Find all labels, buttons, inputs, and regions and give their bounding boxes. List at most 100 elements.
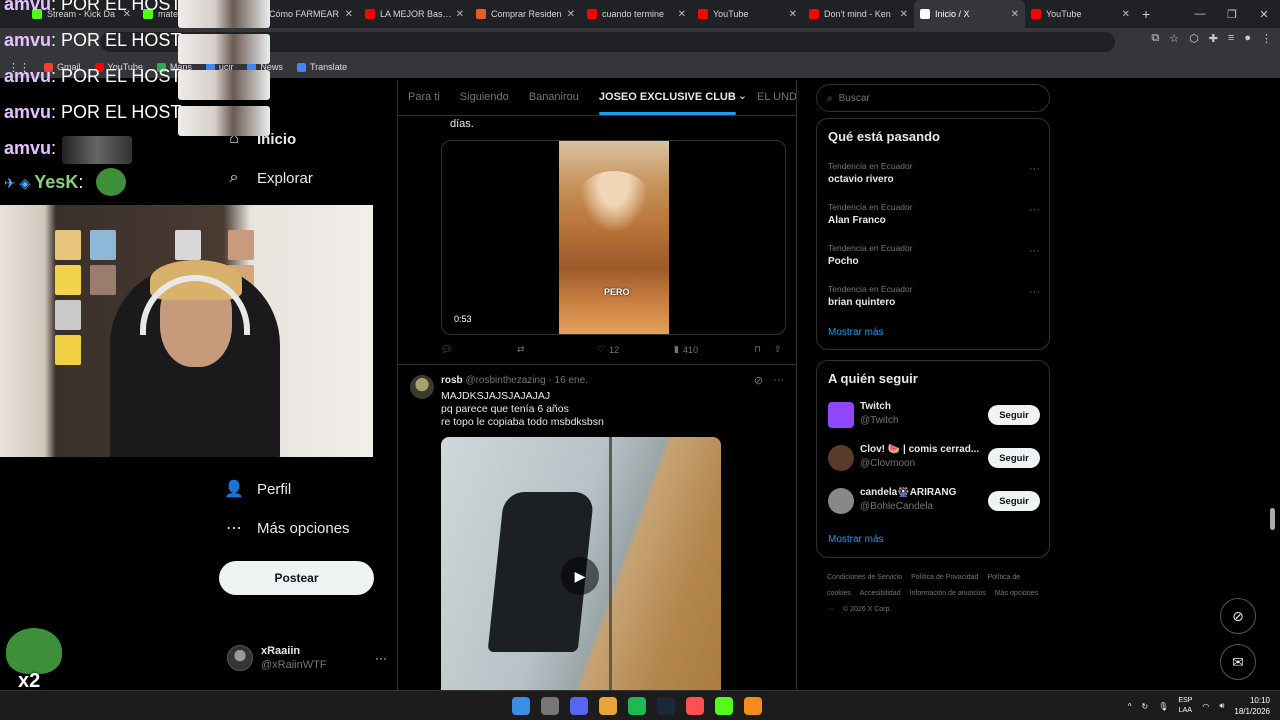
timeline-tab[interactable]: Para ti xyxy=(398,80,450,115)
more-icon[interactable]: ··· xyxy=(773,374,784,387)
views-button[interactable]: ▮ 410 xyxy=(674,344,698,355)
maximize-button[interactable]: ❐ xyxy=(1216,8,1248,21)
timeline-tab[interactable]: JOSEO EXCLUSIVE CLUB xyxy=(589,80,746,115)
minimize-button[interactable]: — xyxy=(1184,8,1216,20)
follow-suggestion[interactable]: candela🎡ARIRANG @BohleCandela Seguir xyxy=(828,487,1040,517)
follow-button[interactable]: Seguir xyxy=(988,491,1040,511)
close-icon[interactable]: ✕ xyxy=(1011,9,1019,20)
browser-tab[interactable]: LA MEJOR Base C ✕ xyxy=(359,0,470,28)
close-icon[interactable]: ✕ xyxy=(678,9,686,20)
retweet-icon[interactable]: ⇄ xyxy=(517,344,525,355)
tab-title: YouTube xyxy=(1046,9,1082,19)
close-window-button[interactable]: ✕ xyxy=(1248,8,1280,21)
grok-icon[interactable]: ⊘ xyxy=(754,374,763,387)
bookmark-star-icon[interactable]: ☆ xyxy=(1169,32,1179,45)
steam-icon[interactable] xyxy=(657,697,675,715)
play-icon[interactable]: ▶ xyxy=(561,557,599,595)
timeline-tab[interactable]: Bananirou xyxy=(519,80,589,115)
profile-avatar[interactable]: ● xyxy=(1244,32,1251,45)
settings-icon[interactable] xyxy=(541,697,559,715)
timeline-tab[interactable]: EL UNDER xyxy=(747,80,796,115)
menu-icon[interactable]: ≡ xyxy=(1228,32,1234,45)
nav-profile[interactable]: 👤 Perfil xyxy=(224,480,291,499)
footer-link[interactable]: Política de Privacidad xyxy=(911,574,978,581)
mic-icon[interactable]: 🎙︎ xyxy=(1158,702,1168,711)
trend-item[interactable]: Tendencia en Ecuador Pocho ··· xyxy=(828,243,1040,267)
browser-tab[interactable]: Comprar Residen ✕ xyxy=(470,0,581,28)
author-handle[interactable]: @rosbinthezazing xyxy=(465,375,545,386)
browser-tab[interactable]: YouTube ✕ xyxy=(1025,0,1136,28)
spotify-icon[interactable] xyxy=(628,697,646,715)
share-icon[interactable]: ⇪ xyxy=(774,344,782,355)
more-icon[interactable]: ··· xyxy=(1029,163,1040,175)
chevron-up-icon[interactable]: ^ xyxy=(1128,702,1132,711)
chat-message: amvu: POR EL HOST xyxy=(4,30,181,51)
sync-icon[interactable]: ↻ xyxy=(1142,702,1149,711)
tweet-video[interactable]: PERO 0:53 xyxy=(441,140,786,335)
author-name[interactable]: rosb xyxy=(441,375,463,386)
footer-link[interactable]: Accesibilidad xyxy=(860,590,901,597)
language-indicator[interactable]: ESP LAA xyxy=(1178,696,1192,716)
close-icon[interactable]: ✕ xyxy=(456,9,464,20)
footer-link[interactable]: Información de anuncios xyxy=(910,590,986,597)
tweet-media[interactable]: ▶ xyxy=(441,437,721,690)
footer-link[interactable]: © 2026 X Corp. xyxy=(843,606,891,613)
browser-tab[interactable]: cuando termine ✕ xyxy=(581,0,692,28)
extension-icon[interactable]: ⬡ xyxy=(1189,32,1199,45)
messages-float-button[interactable]: ✉ xyxy=(1220,644,1256,680)
kick-icon[interactable] xyxy=(715,697,733,715)
poster-image xyxy=(90,230,116,260)
puzzle-icon[interactable]: ✚ xyxy=(1209,32,1218,45)
post-button[interactable]: Postear xyxy=(219,561,374,595)
reply-icon[interactable]: 💬︎ xyxy=(441,344,452,355)
search-input[interactable]: ⌕ Buscar xyxy=(816,84,1050,112)
avatar[interactable] xyxy=(828,488,854,514)
bookmark-icon[interactable]: ⊓ xyxy=(754,344,761,355)
more-icon[interactable]: ··· xyxy=(375,651,387,665)
new-tab-button[interactable]: + xyxy=(1142,6,1150,22)
show-more-trends[interactable]: Mostrar más xyxy=(828,327,884,338)
close-icon[interactable]: ✕ xyxy=(1122,9,1130,20)
install-icon[interactable]: ⧉ xyxy=(1151,32,1159,45)
wifi-icon[interactable]: ◠ xyxy=(1202,702,1209,711)
grok-float-button[interactable]: ⊘ xyxy=(1220,598,1256,634)
discord-icon[interactable] xyxy=(570,697,588,715)
bookmark-item[interactable]: Translate xyxy=(296,62,347,72)
more-icon[interactable]: ··· xyxy=(1029,204,1040,216)
timeline-tab[interactable]: Siguiendo xyxy=(450,80,519,115)
nav-more[interactable]: ⋯ Más opciones xyxy=(225,519,350,538)
avatar[interactable] xyxy=(410,375,434,399)
trend-item[interactable]: Tendencia en Ecuador Alan Franco ··· xyxy=(828,202,1040,226)
close-icon[interactable]: ✕ xyxy=(900,9,908,20)
footer-link[interactable]: Condiciones de Servicio xyxy=(827,574,902,581)
browser-tab[interactable]: Inicio / X ✕ xyxy=(914,0,1025,28)
browser-tab[interactable]: Don't mind - Ken ✕ xyxy=(803,0,914,28)
trend-item[interactable]: Tendencia en Ecuador octavio rivero ··· xyxy=(828,161,1040,185)
follow-suggestion[interactable]: Clov! 🍉 | comis cerrad... @Clovmoon Seguir xyxy=(828,444,1040,474)
follow-button[interactable]: Seguir xyxy=(988,448,1040,468)
trend-item[interactable]: Tendencia en Ecuador brian quintero ··· xyxy=(828,284,1040,308)
follow-suggestion[interactable]: Twitch @Twitch Seguir xyxy=(828,401,1040,431)
app-icon[interactable] xyxy=(686,697,704,715)
show-more-follow[interactable]: Mostrar más xyxy=(828,534,884,545)
avatar[interactable] xyxy=(828,402,854,428)
more-icon[interactable]: ··· xyxy=(1029,245,1040,257)
close-icon[interactable]: ✕ xyxy=(789,9,797,20)
tweet-date[interactable]: · 16 ene. xyxy=(548,375,587,386)
volume-icon[interactable]: 🔊︎ xyxy=(1219,701,1224,711)
browser-tab[interactable]: YouTube ✕ xyxy=(692,0,803,28)
scrollbar[interactable] xyxy=(1270,508,1275,530)
avatar[interactable] xyxy=(828,445,854,471)
account-switcher[interactable]: xRaaiin @xRaiinWTF ··· xyxy=(227,643,387,673)
kebab-menu-icon[interactable]: ⋮ xyxy=(1261,32,1272,45)
app-icon[interactable] xyxy=(744,697,762,715)
clock[interactable]: 10:10 18/1/2026 xyxy=(1234,695,1270,717)
close-icon[interactable]: ✕ xyxy=(345,9,353,20)
chrome-icon[interactable] xyxy=(599,697,617,715)
more-icon[interactable]: ··· xyxy=(1029,286,1040,298)
follow-button[interactable]: Seguir xyxy=(988,405,1040,425)
close-icon[interactable]: ✕ xyxy=(567,9,575,20)
like-button[interactable]: ♡ 12 xyxy=(597,344,619,355)
chat-username: amvu xyxy=(4,0,52,14)
windows-start-icon[interactable] xyxy=(512,697,530,715)
